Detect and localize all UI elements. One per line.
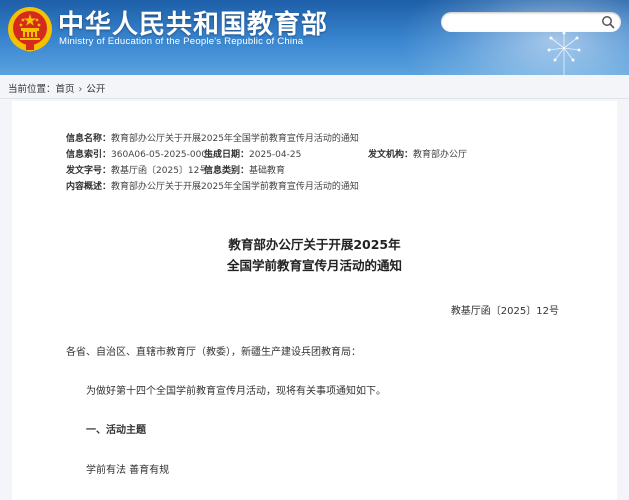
breadcrumb-link-home[interactable]: 首页 <box>56 84 75 95</box>
breadcrumb-link-public[interactable]: 公开 <box>86 84 105 95</box>
meta-value: 教育部办公厅关于开展2025年全国学前教育宣传月活动的通知 <box>111 134 359 144</box>
dandelion-decoration-icon <box>547 31 581 75</box>
meta-label: 发文机构： <box>368 150 414 160</box>
meta-label: 信息索引： <box>66 150 112 160</box>
info-metadata: 信息名称：教育部办公厅关于开展2025年全国学前教育宣传月活动的通知 信息索引：… <box>66 131 586 195</box>
meta-value: 基础教育 <box>249 166 286 176</box>
document-title-line2: 全国学前教育宣传月活动的通知 <box>226 258 402 273</box>
site-header: 中华人民共和国教育部 Ministry of Education of the … <box>0 0 629 75</box>
document-panel: 信息名称：教育部办公厅关于开展2025年全国学前教育宣传月活动的通知 信息索引：… <box>12 101 617 500</box>
meta-value: 教育部办公厅 <box>413 150 468 160</box>
meta-row-index: 信息索引：360A06-05-2025-0006-1 生成日期：2025-04-… <box>66 147 586 163</box>
search-input[interactable] <box>449 14 599 30</box>
search-icon[interactable] <box>601 15 615 29</box>
section-body: 学前有法 善育有规 <box>86 465 170 476</box>
breadcrumb: 当前位置：首页 › 公开 <box>8 81 105 95</box>
meta-date: 生成日期：2025-04-25 <box>204 147 301 163</box>
meta-label: 生成日期： <box>204 150 250 160</box>
national-emblem-icon <box>8 7 52 52</box>
intro-paragraph: 为做好第十四个全国学前教育宣传月活动，现将有关事项通知如下。 <box>86 386 386 397</box>
breadcrumb-label: 当前位置： <box>8 84 56 95</box>
breadcrumb-bar: 当前位置：首页 › 公开 <box>0 75 629 99</box>
meta-category: 信息类别：基础教育 <box>204 163 285 179</box>
meta-value: 2025-04-25 <box>249 150 302 160</box>
breadcrumb-separator: › <box>78 84 83 95</box>
meta-label: 发文字号： <box>66 166 112 176</box>
document-number: 教基厅函〔2025〕12号 <box>450 306 559 317</box>
meta-value: 教育部办公厅关于开展2025年全国学前教育宣传月活动的通知 <box>111 182 359 192</box>
meta-row-docno: 发文字号：教基厅函〔2025〕12号 信息类别：基础教育 <box>66 163 586 179</box>
meta-row-name: 信息名称：教育部办公厅关于开展2025年全国学前教育宣传月活动的通知 <box>66 131 586 147</box>
meta-row-summary: 内容概述：教育部办公厅关于开展2025年全国学前教育宣传月活动的通知 <box>66 179 586 195</box>
meta-value: 教基厅函〔2025〕12号 <box>111 166 209 176</box>
search-box <box>441 12 621 32</box>
section-heading: 一、活动主题 <box>86 425 146 436</box>
document-title-line1: 教育部办公厅关于开展2025年 <box>228 237 401 252</box>
meta-label: 信息名称： <box>66 134 112 144</box>
meta-org: 发文机构：教育部办公厅 <box>368 147 467 163</box>
site-subtitle: Ministry of Education of the People's Re… <box>59 36 304 47</box>
meta-label: 内容概述： <box>66 182 112 192</box>
meta-label: 信息类别： <box>204 166 250 176</box>
addressee: 各省、自治区、直辖市教育厅（教委），新疆生产建设兵团教育局： <box>66 347 361 358</box>
